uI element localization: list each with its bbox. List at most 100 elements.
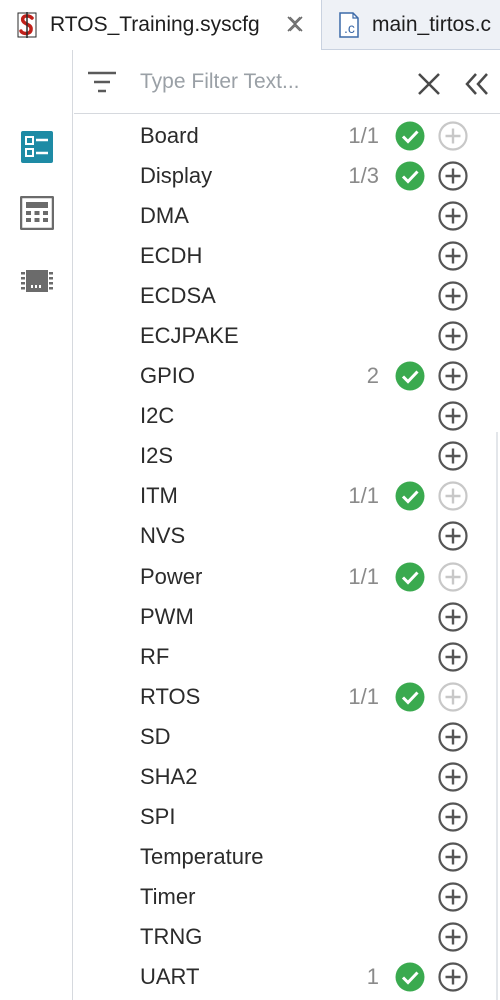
module-row[interactable]: NVS	[74, 516, 500, 556]
module-name: TRNG	[140, 923, 203, 949]
sidebar	[0, 50, 73, 1000]
module-row[interactable]: GPIO 2	[74, 356, 500, 396]
check-circle-icon	[395, 481, 425, 511]
module-name: RTOS	[140, 683, 201, 709]
scrollbar-track[interactable]	[496, 432, 498, 1000]
check-circle-icon	[395, 121, 425, 151]
add-module-icon[interactable]	[438, 601, 468, 632]
syscfg-file-icon	[14, 10, 40, 40]
add-module-icon[interactable]	[438, 441, 468, 471]
collapse-panel-icon[interactable]	[462, 69, 492, 99]
module-name: PWM	[140, 603, 194, 629]
module-name: ECDH	[140, 243, 203, 269]
module-row[interactable]: Display 1/3	[74, 156, 500, 196]
add-module-icon[interactable]	[438, 481, 468, 512]
add-module-icon[interactable]	[438, 321, 468, 351]
sidebar-item-device[interactable]	[18, 264, 56, 302]
module-name: GPIO	[140, 363, 196, 389]
module-row[interactable]: ECJPAKE	[74, 316, 500, 356]
add-module-icon[interactable]	[438, 882, 468, 912]
add-module-icon[interactable]	[438, 802, 468, 832]
add-module-icon[interactable]	[438, 842, 468, 872]
module-name: SPI	[140, 803, 176, 829]
add-module-icon[interactable]	[438, 682, 468, 712]
filter-input[interactable]	[140, 64, 410, 100]
module-name: ECDSA	[140, 283, 216, 309]
tab-label: main_tirtos.c	[372, 13, 492, 36]
module-name: SD	[140, 723, 171, 749]
check-circle-icon	[395, 161, 425, 191]
module-instance-count: 2	[366, 363, 379, 389]
module-name: I2S	[140, 443, 174, 469]
filter-icon[interactable]	[86, 69, 118, 97]
module-row[interactable]: I2S	[74, 436, 500, 476]
sidebar-item-software[interactable]	[18, 130, 56, 168]
module-name: RF	[140, 643, 170, 669]
module-row[interactable]: Temperature	[74, 837, 500, 877]
software-list-icon	[20, 130, 54, 169]
module-instance-count: 1/1	[348, 683, 379, 709]
add-module-icon[interactable]	[438, 201, 468, 231]
check-circle-icon	[395, 682, 425, 712]
module-row[interactable]: DMA	[74, 196, 500, 236]
module-name: Board	[140, 123, 199, 148]
module-row[interactable]: UART 1	[74, 957, 500, 997]
module-name: NVS	[140, 523, 186, 549]
add-module-icon[interactable]	[438, 642, 468, 672]
add-module-icon[interactable]	[438, 762, 468, 792]
add-module-icon[interactable]	[438, 241, 468, 271]
check-circle-icon	[395, 562, 425, 592]
tab-label: RTOS_Training.syscfg	[50, 13, 260, 36]
module-instance-count: 1/1	[348, 483, 379, 509]
module-row[interactable]: TRNG	[74, 917, 500, 957]
module-instance-count: 1/1	[348, 563, 379, 589]
module-row[interactable]: RTOS 1/1	[74, 677, 500, 717]
filter-bar	[74, 50, 500, 114]
module-name: Power	[140, 563, 203, 589]
module-row[interactable]: Timer	[74, 877, 500, 917]
module-list: Board 1/1 Display 1/3 DMA ECDH ECDSA ECJPAKE GPI…	[74, 116, 500, 997]
module-row[interactable]: RF	[74, 637, 500, 677]
add-module-icon[interactable]	[438, 561, 468, 592]
c-file-icon: .c	[336, 10, 362, 40]
module-row[interactable]: ECDH	[74, 236, 500, 276]
module-name: I2C	[140, 403, 175, 429]
module-name: ITM	[140, 483, 178, 509]
module-row[interactable]: SD	[74, 717, 500, 757]
module-name: UART	[140, 963, 200, 989]
svg-text:.c: .c	[344, 20, 355, 36]
add-module-icon[interactable]	[438, 161, 468, 191]
module-name: Temperature	[140, 843, 264, 869]
module-name: DMA	[140, 203, 189, 229]
add-module-icon[interactable]	[438, 962, 468, 992]
check-circle-icon	[395, 962, 425, 992]
add-module-icon[interactable]	[438, 401, 468, 431]
module-name: ECJPAKE	[140, 323, 239, 349]
clear-filter-icon[interactable]	[414, 69, 444, 99]
add-module-icon[interactable]	[438, 121, 468, 151]
tab-main-tirtos-c[interactable]: .c main_tirtos.c	[324, 0, 500, 50]
module-row[interactable]: Board 1/1	[74, 116, 500, 156]
tab-rtos-training-syscfg[interactable]: RTOS_Training.syscfg	[0, 0, 322, 50]
module-row[interactable]: PWM	[74, 597, 500, 637]
calculator-icon	[19, 195, 55, 235]
chip-icon	[20, 264, 54, 303]
module-row[interactable]: SHA2	[74, 757, 500, 797]
module-row[interactable]: I2C	[74, 396, 500, 436]
module-row[interactable]: SPI	[74, 797, 500, 837]
add-module-icon[interactable]	[438, 922, 468, 952]
module-name: Timer	[140, 883, 196, 909]
close-icon[interactable]	[284, 13, 306, 35]
add-module-icon[interactable]	[438, 521, 468, 552]
module-instance-count: 1/3	[348, 163, 379, 189]
module-row[interactable]: Power 1/1	[74, 557, 500, 597]
add-module-icon[interactable]	[438, 361, 468, 391]
module-row[interactable]: ITM 1/1	[74, 476, 500, 516]
sidebar-item-calculator[interactable]	[18, 195, 56, 235]
module-name: Display	[140, 163, 213, 189]
editor-tab-bar: RTOS_Training.syscfg .c main_tirtos.c	[0, 0, 500, 50]
module-row[interactable]: ECDSA	[74, 276, 500, 316]
add-module-icon[interactable]	[438, 281, 468, 311]
add-module-icon[interactable]	[438, 722, 468, 752]
module-instance-count: 1/1	[348, 123, 379, 148]
